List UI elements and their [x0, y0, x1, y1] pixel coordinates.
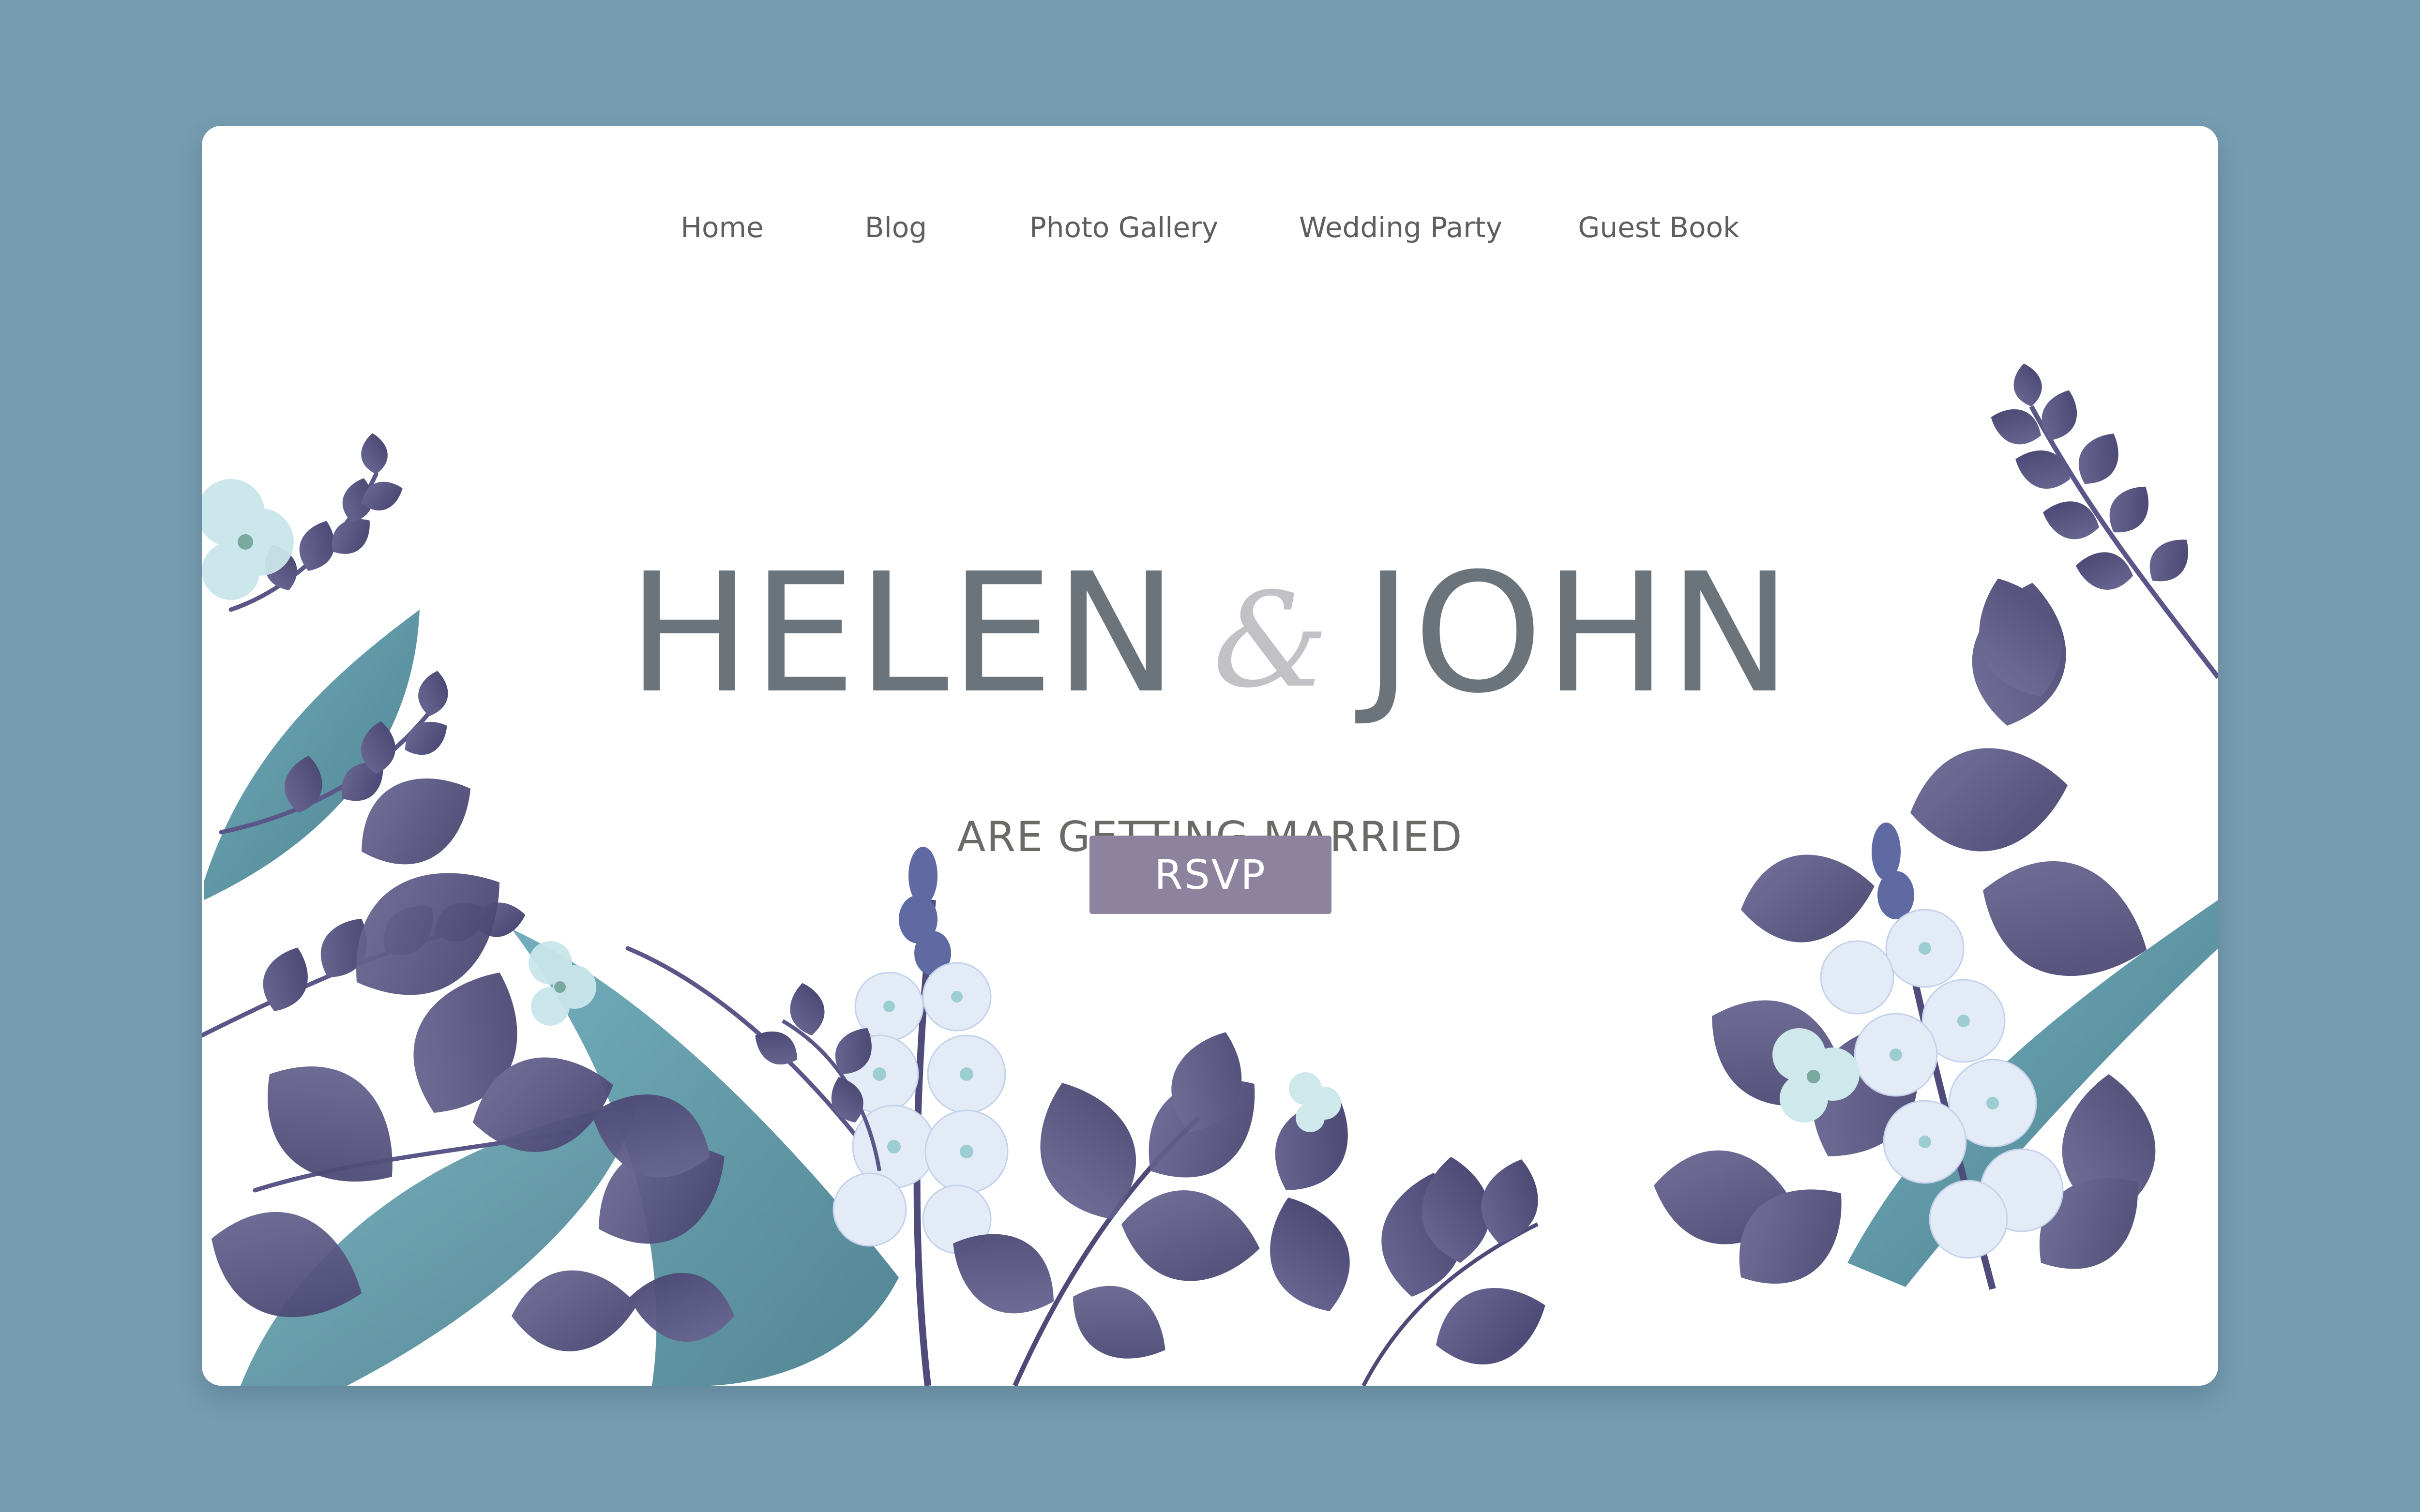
nav-photo-gallery-link[interactable]: Photo Gallery [1029, 198, 1218, 256]
couple-names-heading: HELEN & JOHN [202, 542, 2218, 733]
nav-guest-book-link[interactable]: Guest Book [1578, 198, 1739, 256]
watercolor-foliage-illustration [202, 361, 2218, 1386]
ampersand-glyph: & [1212, 564, 1330, 717]
rsvp-button[interactable]: RSVP [1089, 836, 1331, 914]
name-john: JOHN [1363, 538, 1793, 730]
nav-wedding-party-link[interactable]: Wedding Party [1299, 198, 1502, 256]
landing-page-card: Home Blog Photo Gallery Wedding Party Gu… [202, 126, 2218, 1386]
main-navigation: Home Blog Photo Gallery Wedding Party Gu… [202, 198, 2218, 256]
nav-blog-link[interactable]: Blog [865, 198, 927, 256]
nav-home-link[interactable]: Home [681, 198, 763, 256]
name-helen: HELEN [627, 538, 1179, 730]
